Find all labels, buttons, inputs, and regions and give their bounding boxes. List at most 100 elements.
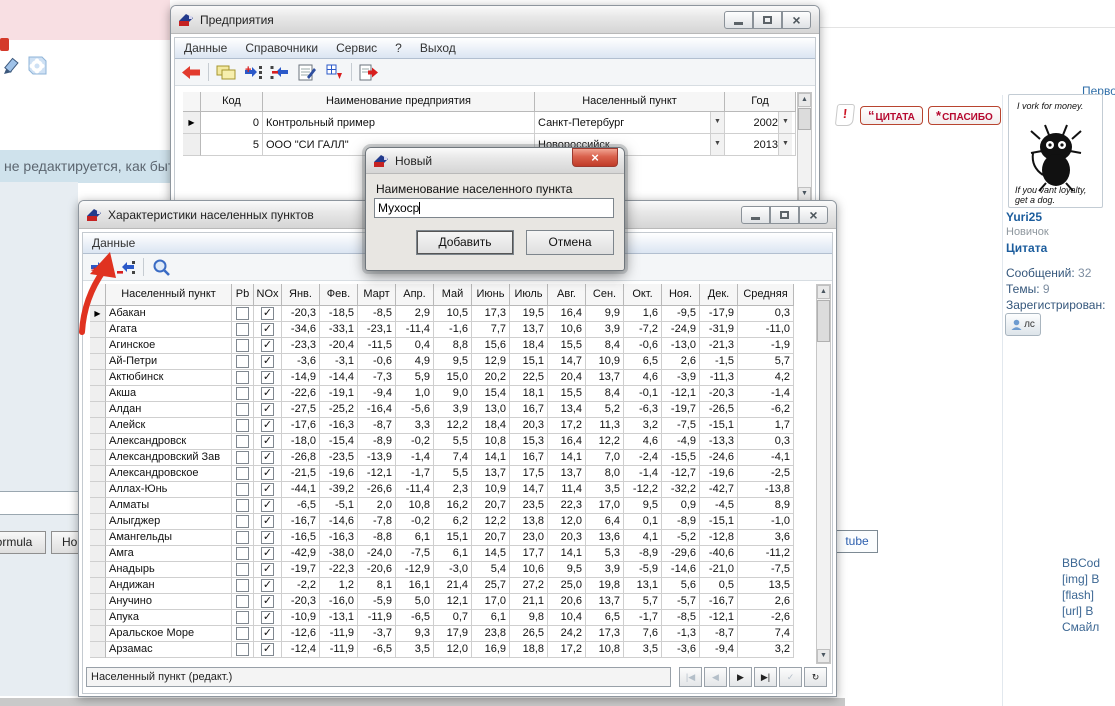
- cancel-button[interactable]: Отмена: [526, 230, 614, 255]
- export-button[interactable]: [357, 61, 381, 83]
- pb-checkbox-icon[interactable]: [236, 403, 249, 416]
- report-icon[interactable]: !: [835, 104, 855, 126]
- menu-item-?[interactable]: ?: [386, 41, 411, 55]
- menu-item-данные[interactable]: Данные: [83, 236, 144, 250]
- table-row[interactable]: ▶Абакан✓-20,3-18,5-8,52,910,517,319,516,…: [90, 306, 794, 322]
- nav-button[interactable]: ▶|: [754, 667, 777, 687]
- nox-checkbox-icon[interactable]: ✓: [261, 547, 274, 560]
- cell-nox-checkbox[interactable]: ✓: [254, 498, 282, 514]
- maximize-button[interactable]: [770, 206, 799, 224]
- pb-checkbox-icon[interactable]: [236, 387, 249, 400]
- dialog-titlebar[interactable]: Новый ×: [366, 148, 624, 174]
- add-record-button[interactable]: +: [87, 256, 111, 278]
- menu-item-сервис[interactable]: Сервис: [327, 41, 386, 55]
- private-message-button[interactable]: лс: [1005, 313, 1041, 336]
- cell-pb-checkbox[interactable]: [232, 610, 254, 626]
- nav-button[interactable]: ↻: [804, 667, 827, 687]
- cell-nox-checkbox[interactable]: ✓: [254, 370, 282, 386]
- menu-item-выход[interactable]: Выход: [411, 41, 465, 55]
- nox-checkbox-icon[interactable]: ✓: [261, 355, 274, 368]
- cell-nox-checkbox[interactable]: ✓: [254, 530, 282, 546]
- add-record-button[interactable]: +: [241, 61, 265, 83]
- cell-pb-checkbox[interactable]: [232, 546, 254, 562]
- table-row[interactable]: Арзамас✓-12,4-11,9-6,53,512,016,918,817,…: [90, 642, 794, 658]
- pb-checkbox-icon[interactable]: [236, 451, 249, 464]
- cell-pb-checkbox[interactable]: [232, 530, 254, 546]
- nox-checkbox-icon[interactable]: ✓: [261, 499, 274, 512]
- cell-pb-checkbox[interactable]: [232, 482, 254, 498]
- edit-record-button[interactable]: [295, 61, 319, 83]
- pb-checkbox-icon[interactable]: [236, 355, 249, 368]
- cell-pb-checkbox[interactable]: [232, 402, 254, 418]
- find-button[interactable]: [149, 256, 173, 278]
- add-button[interactable]: Добавить: [416, 230, 514, 255]
- cell-pb-checkbox[interactable]: [232, 466, 254, 482]
- table-row[interactable]: Апука✓-10,9-13,1-11,9-6,50,76,19,810,46,…: [90, 610, 794, 626]
- cell-pb-checkbox[interactable]: [232, 322, 254, 338]
- table-row[interactable]: Актюбинск✓-14,9-14,4-7,35,915,020,222,52…: [90, 370, 794, 386]
- cell-nox-checkbox[interactable]: ✓: [254, 450, 282, 466]
- settlements-scrollbar[interactable]: ▲ ▼: [816, 284, 831, 664]
- pb-checkbox-icon[interactable]: [236, 467, 249, 480]
- cell-pb-checkbox[interactable]: [232, 562, 254, 578]
- scroll-up-icon[interactable]: ▲: [798, 93, 811, 107]
- user-quote-link[interactable]: Цитата: [1006, 241, 1047, 255]
- nox-checkbox-icon[interactable]: ✓: [261, 323, 274, 336]
- close-button[interactable]: ×: [799, 206, 828, 224]
- bbcode-title[interactable]: BBCod: [1062, 556, 1100, 570]
- cell-pb-checkbox[interactable]: [232, 450, 254, 466]
- pb-checkbox-icon[interactable]: [236, 435, 249, 448]
- pb-checkbox-icon[interactable]: [236, 371, 249, 384]
- thanks-button[interactable]: *СПАСИБО: [928, 106, 1001, 125]
- post-record-button[interactable]: [322, 61, 346, 83]
- cell-nox-checkbox[interactable]: ✓: [254, 642, 282, 658]
- pb-checkbox-icon[interactable]: [236, 323, 249, 336]
- table-row[interactable]: Алматы✓-6,5-5,12,010,816,220,723,522,317…: [90, 498, 794, 514]
- minimize-button[interactable]: [741, 206, 770, 224]
- cell-pb-checkbox[interactable]: [232, 498, 254, 514]
- cell-nox-checkbox[interactable]: ✓: [254, 514, 282, 530]
- cell-nox-checkbox[interactable]: ✓: [254, 610, 282, 626]
- cell-pb-checkbox[interactable]: [232, 386, 254, 402]
- table-row[interactable]: Амангельды✓-16,5-16,3-8,86,115,120,723,0…: [90, 530, 794, 546]
- cell-pb-checkbox[interactable]: [232, 434, 254, 450]
- settlement-name-input[interactable]: Мухоср: [374, 198, 614, 218]
- cell-pb-checkbox[interactable]: [232, 642, 254, 658]
- scroll-down-icon[interactable]: ▼: [798, 187, 811, 201]
- table-row[interactable]: Александровское✓-21,5-19,6-12,1-1,75,513…: [90, 466, 794, 482]
- scroll-down-icon[interactable]: ▼: [817, 649, 830, 663]
- cell-nox-checkbox[interactable]: ✓: [254, 562, 282, 578]
- quote-button[interactable]: “ЦИТАТА: [860, 106, 923, 125]
- pb-checkbox-icon[interactable]: [236, 531, 249, 544]
- cell-nox-checkbox[interactable]: ✓: [254, 434, 282, 450]
- pb-checkbox-icon[interactable]: [236, 595, 249, 608]
- pb-checkbox-icon[interactable]: [236, 547, 249, 560]
- table-row[interactable]: ▶0Контрольный пример▼Санкт-Петербург▼200…: [183, 112, 796, 134]
- dropdown-arrow-icon[interactable]: ▼: [710, 112, 724, 133]
- nox-checkbox-icon[interactable]: ✓: [261, 563, 274, 576]
- cell-nox-checkbox[interactable]: ✓: [254, 546, 282, 562]
- gear-icon[interactable]: [26, 55, 48, 77]
- cell-pb-checkbox[interactable]: [232, 418, 254, 434]
- table-row[interactable]: Анадырь✓-19,7-22,3-20,6-12,9-3,05,410,69…: [90, 562, 794, 578]
- pb-checkbox-icon[interactable]: [236, 499, 249, 512]
- pb-checkbox-icon[interactable]: [236, 627, 249, 640]
- cell-pb-checkbox[interactable]: [232, 370, 254, 386]
- table-row[interactable]: Ай-Петри✓-3,6-3,1-0,64,99,512,915,114,71…: [90, 354, 794, 370]
- cell-nox-checkbox[interactable]: ✓: [254, 626, 282, 642]
- nox-checkbox-icon[interactable]: ✓: [261, 435, 274, 448]
- pb-checkbox-icon[interactable]: [236, 515, 249, 528]
- cell-nox-checkbox[interactable]: ✓: [254, 386, 282, 402]
- minimize-button[interactable]: [724, 11, 753, 29]
- nox-checkbox-icon[interactable]: ✓: [261, 371, 274, 384]
- delete-record-button[interactable]: [114, 256, 138, 278]
- pb-checkbox-icon[interactable]: [236, 339, 249, 352]
- cell-nox-checkbox[interactable]: ✓: [254, 418, 282, 434]
- close-button[interactable]: ×: [572, 148, 618, 167]
- menu-item-справочники[interactable]: Справочники: [236, 41, 327, 55]
- table-row[interactable]: Агинское✓-23,3-20,4-11,50,48,815,618,415…: [90, 338, 794, 354]
- back-button[interactable]: [179, 61, 203, 83]
- enterprises-titlebar[interactable]: Предприятия ×: [171, 6, 819, 34]
- nox-checkbox-icon[interactable]: ✓: [261, 611, 274, 624]
- table-row[interactable]: Алдан✓-27,5-25,2-16,4-5,63,913,016,713,4…: [90, 402, 794, 418]
